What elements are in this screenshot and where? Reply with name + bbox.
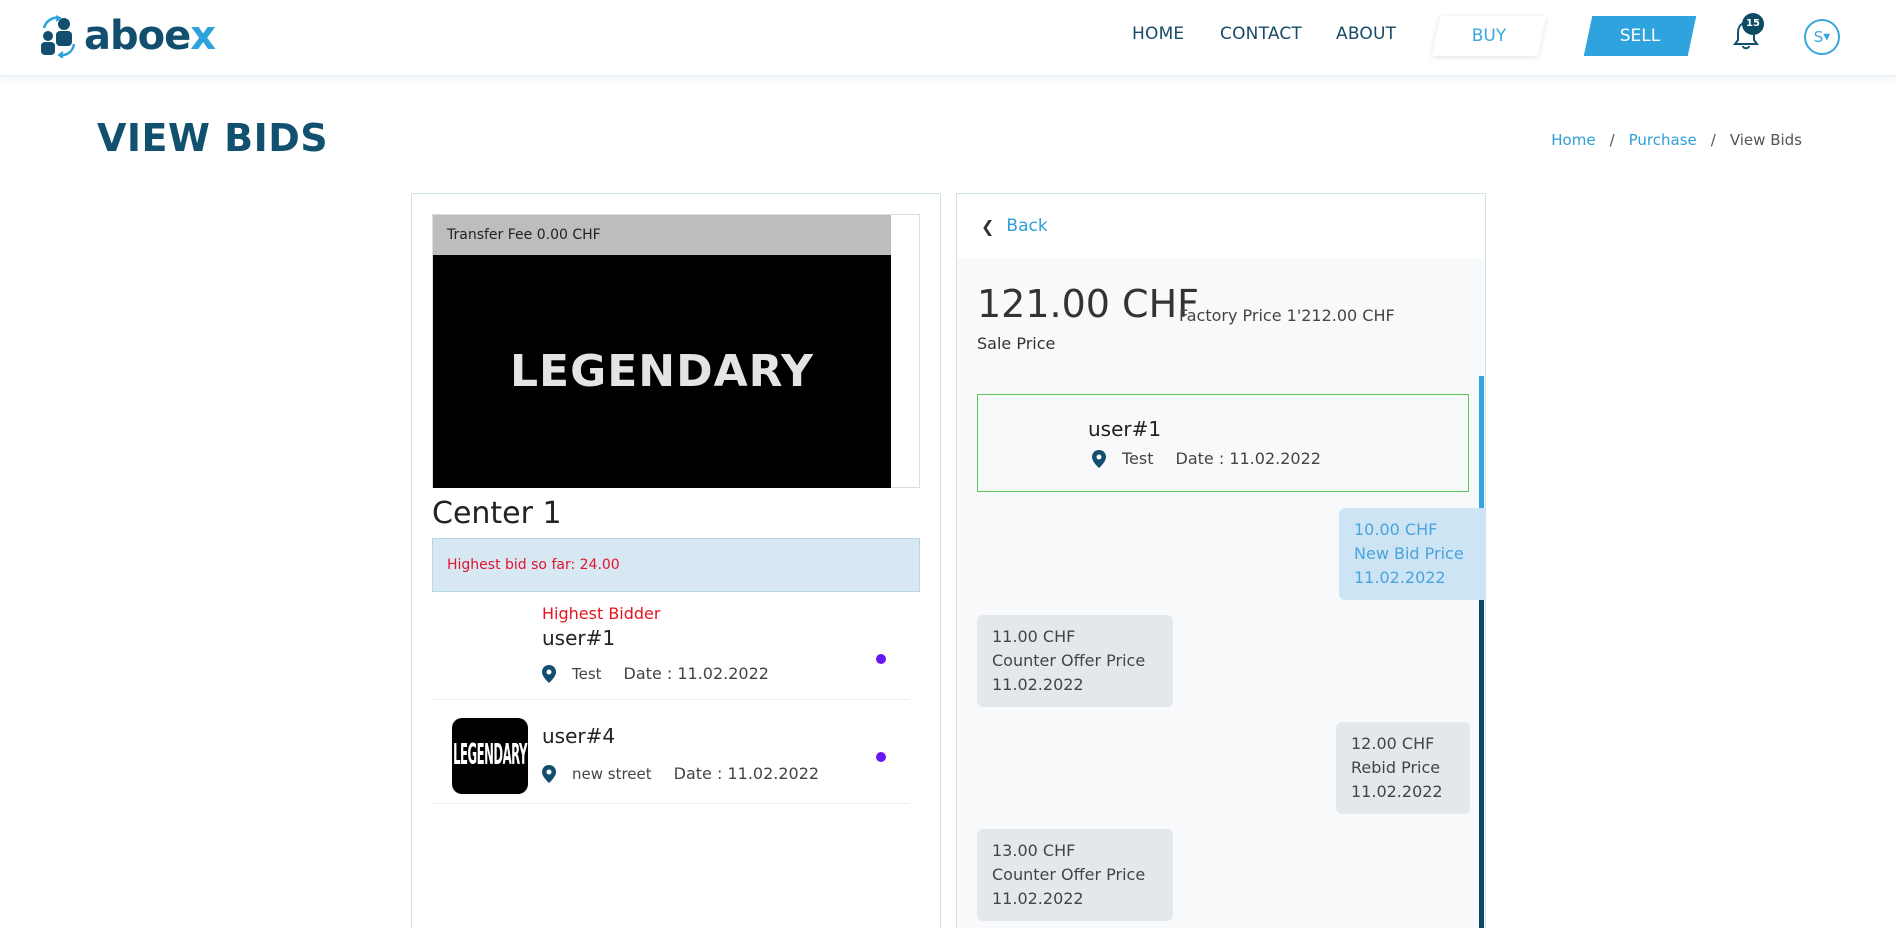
selected-bidder-card: user#1 Test Date : 11.02.2022: [977, 394, 1469, 492]
nav-contact[interactable]: CONTACT: [1220, 24, 1302, 44]
highest-bid-banner: Highest bid so far: 24.00: [432, 538, 920, 592]
breadcrumb-home[interactable]: Home: [1551, 131, 1595, 149]
factory-price: Factory Price 1'212.00 CHF: [1179, 306, 1395, 325]
bid-conversation: user#1 Test Date : 11.02.2022 10.00 CHF …: [977, 394, 1485, 928]
location-pin-icon: [1092, 449, 1106, 468]
back-button[interactable]: ❮ Back: [981, 216, 1048, 236]
bidder-location: new street: [572, 764, 652, 783]
logo-text: aboex: [84, 13, 216, 59]
bid-date: Date : 11.02.2022: [1175, 449, 1321, 468]
message-date: 11.02.2022: [992, 675, 1084, 694]
message-amount: 13.00 CHF: [992, 841, 1076, 860]
status-dot: [876, 654, 886, 664]
bid-date: Date : 11.02.2022: [623, 664, 769, 683]
bidder-meta: new street Date : 11.02.2022: [542, 764, 819, 783]
aboex-logo[interactable]: aboex: [38, 13, 216, 59]
bidder-avatar: LEGENDARY: [452, 718, 528, 794]
notification-count-badge: 15: [1742, 13, 1764, 35]
bidder-name: user#1: [542, 626, 616, 650]
message-amount: 11.00 CHF: [992, 627, 1076, 646]
sale-price-value: 121.00 CHF: [977, 282, 1200, 326]
message-amount: 10.00 CHF: [1354, 520, 1438, 539]
sale-price-label: Sale Price: [977, 334, 1056, 353]
product-media: Transfer Fee 0.00 CHF LEGENDARY: [432, 214, 920, 488]
back-label: Back: [1006, 216, 1048, 236]
product-video[interactable]: LEGENDARY: [433, 255, 891, 488]
message-date: 11.02.2022: [1354, 568, 1446, 587]
message-amount: 12.00 CHF: [1351, 734, 1435, 753]
breadcrumb-current: View Bids: [1729, 131, 1802, 149]
bid-message: 13.00 CHF Counter Offer Price 11.02.2022: [977, 829, 1173, 921]
bid-message: 11.00 CHF Counter Offer Price 11.02.2022: [977, 615, 1173, 707]
sell-button[interactable]: SELL: [1583, 16, 1697, 56]
top-navbar: aboex HOME CONTACT ABOUT BUY SELL 15 S▼: [0, 0, 1896, 76]
message-type: New Bid Price: [1354, 544, 1464, 563]
bidder-list-item[interactable]: Highest Bidder user#1 Test Date : 11.02.…: [432, 598, 910, 700]
breadcrumb-separator: /: [1609, 131, 1615, 149]
bid-message: 10.00 CHF New Bid Price 11.02.2022: [1339, 508, 1485, 600]
bid-date: Date : 11.02.2022: [673, 764, 820, 783]
caret-down-icon: ▼: [1823, 32, 1831, 43]
location-pin-icon: [542, 764, 556, 783]
breadcrumb-purchase[interactable]: Purchase: [1629, 131, 1697, 149]
bid-detail-header: ❮ Back: [957, 194, 1485, 258]
bidder-avatar-text: LEGENDARY: [453, 739, 527, 773]
bidder-location: Test: [572, 664, 602, 683]
breadcrumb-separator: /: [1710, 131, 1716, 149]
nav-about[interactable]: ABOUT: [1336, 24, 1396, 44]
bid-message: 12.00 CHF Rebid Price 11.02.2022: [1336, 722, 1470, 814]
chevron-left-icon: ❮: [981, 216, 995, 236]
user-avatar-menu[interactable]: S▼: [1804, 19, 1840, 55]
product-name: Center 1: [432, 496, 562, 531]
message-type: Rebid Price: [1351, 758, 1441, 777]
message-type: Counter Offer Price: [992, 865, 1146, 884]
bid-detail-panel: ❮ Back 121.00 CHF Factory Price 1'212.00…: [956, 193, 1486, 928]
bidder-meta: Test Date : 11.02.2022: [1092, 449, 1321, 468]
transfer-fee-label: Transfer Fee 0.00 CHF: [433, 215, 891, 255]
logo-people-icon: [41, 15, 76, 58]
bidder-name: user#4: [542, 724, 616, 748]
highest-bidder-label: Highest Bidder: [542, 604, 661, 623]
message-type: Counter Offer Price: [992, 651, 1146, 670]
bidder-list-item[interactable]: LEGENDARY user#4 new street Date : 11.02…: [432, 702, 910, 804]
buy-button-label: BUY: [1471, 26, 1507, 46]
video-title-text: LEGENDARY: [509, 346, 814, 397]
nav-home[interactable]: HOME: [1132, 24, 1184, 44]
bidder-meta: Test Date : 11.02.2022: [542, 664, 769, 683]
message-date: 11.02.2022: [992, 889, 1084, 908]
breadcrumb: Home / Purchase / View Bids: [1551, 131, 1802, 149]
page-title: VIEW BIDS: [97, 116, 329, 160]
avatar-initial: S: [1813, 28, 1824, 46]
status-dot: [876, 752, 886, 762]
bidder-name: user#1: [1088, 417, 1162, 441]
product-bids-panel: Transfer Fee 0.00 CHF LEGENDARY Center 1…: [411, 193, 941, 928]
buy-button[interactable]: BUY: [1431, 16, 1547, 56]
sell-button-label: SELL: [1619, 26, 1661, 46]
message-date: 11.02.2022: [1351, 782, 1443, 801]
location-pin-icon: [542, 664, 556, 683]
bidder-location: Test: [1122, 449, 1154, 468]
